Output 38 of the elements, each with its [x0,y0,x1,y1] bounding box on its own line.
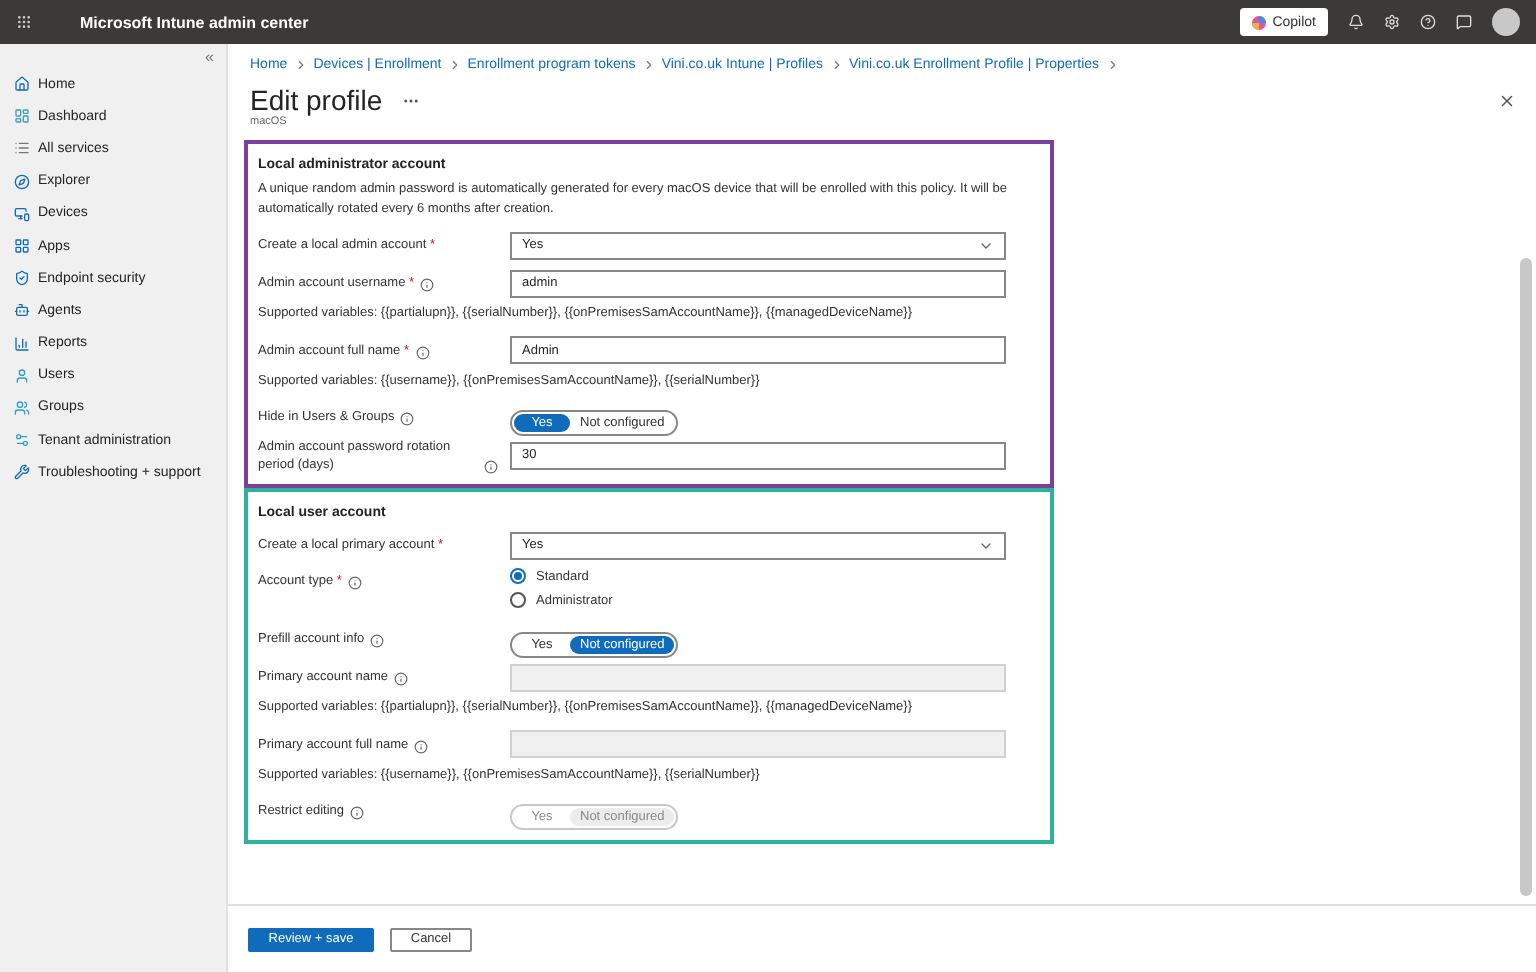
feedback-icon[interactable] [1456,14,1472,30]
chevron-right-icon [829,57,843,71]
radio-button[interactable] [510,568,526,584]
info-icon[interactable] [370,634,385,648]
chevron-right-icon [641,57,656,71]
notifications-icon[interactable] [1348,14,1364,30]
close-icon[interactable] [1498,91,1516,109]
bot-icon [14,302,30,319]
devices-icon [14,205,30,222]
user-icon [14,367,30,384]
app-launcher-icon[interactable] [16,14,32,30]
info-icon[interactable] [415,345,430,359]
chevron-right-icon [293,57,308,71]
list-icon [14,140,30,157]
app-title: Microsoft Intune admin center [80,13,311,31]
grid-icon [14,238,30,255]
tools-icon [14,464,30,481]
dashboard-icon [14,108,30,125]
copilot-logo-icon [1252,15,1267,29]
shield-icon [14,270,30,287]
help-icon[interactable] [1420,14,1436,30]
avatar[interactable] [1492,8,1520,36]
info-icon[interactable] [400,412,415,426]
info-icon[interactable] [347,576,362,590]
chevron-right-icon [447,57,462,71]
info-icon[interactable] [484,459,498,473]
info-icon[interactable] [420,278,435,292]
users-icon [14,399,30,416]
scrollbar-thumb[interactable] [1520,258,1532,896]
chevron-right-icon [1105,57,1120,71]
compass-icon [14,173,30,190]
settings-icon[interactable] [1384,14,1400,30]
collapse-toggle[interactable]: « [205,48,214,68]
page-title: Edit profile [250,84,383,116]
tenant-icon [14,432,30,449]
home-icon [14,76,30,93]
chart-icon [14,335,30,352]
radio-button[interactable] [510,592,526,608]
